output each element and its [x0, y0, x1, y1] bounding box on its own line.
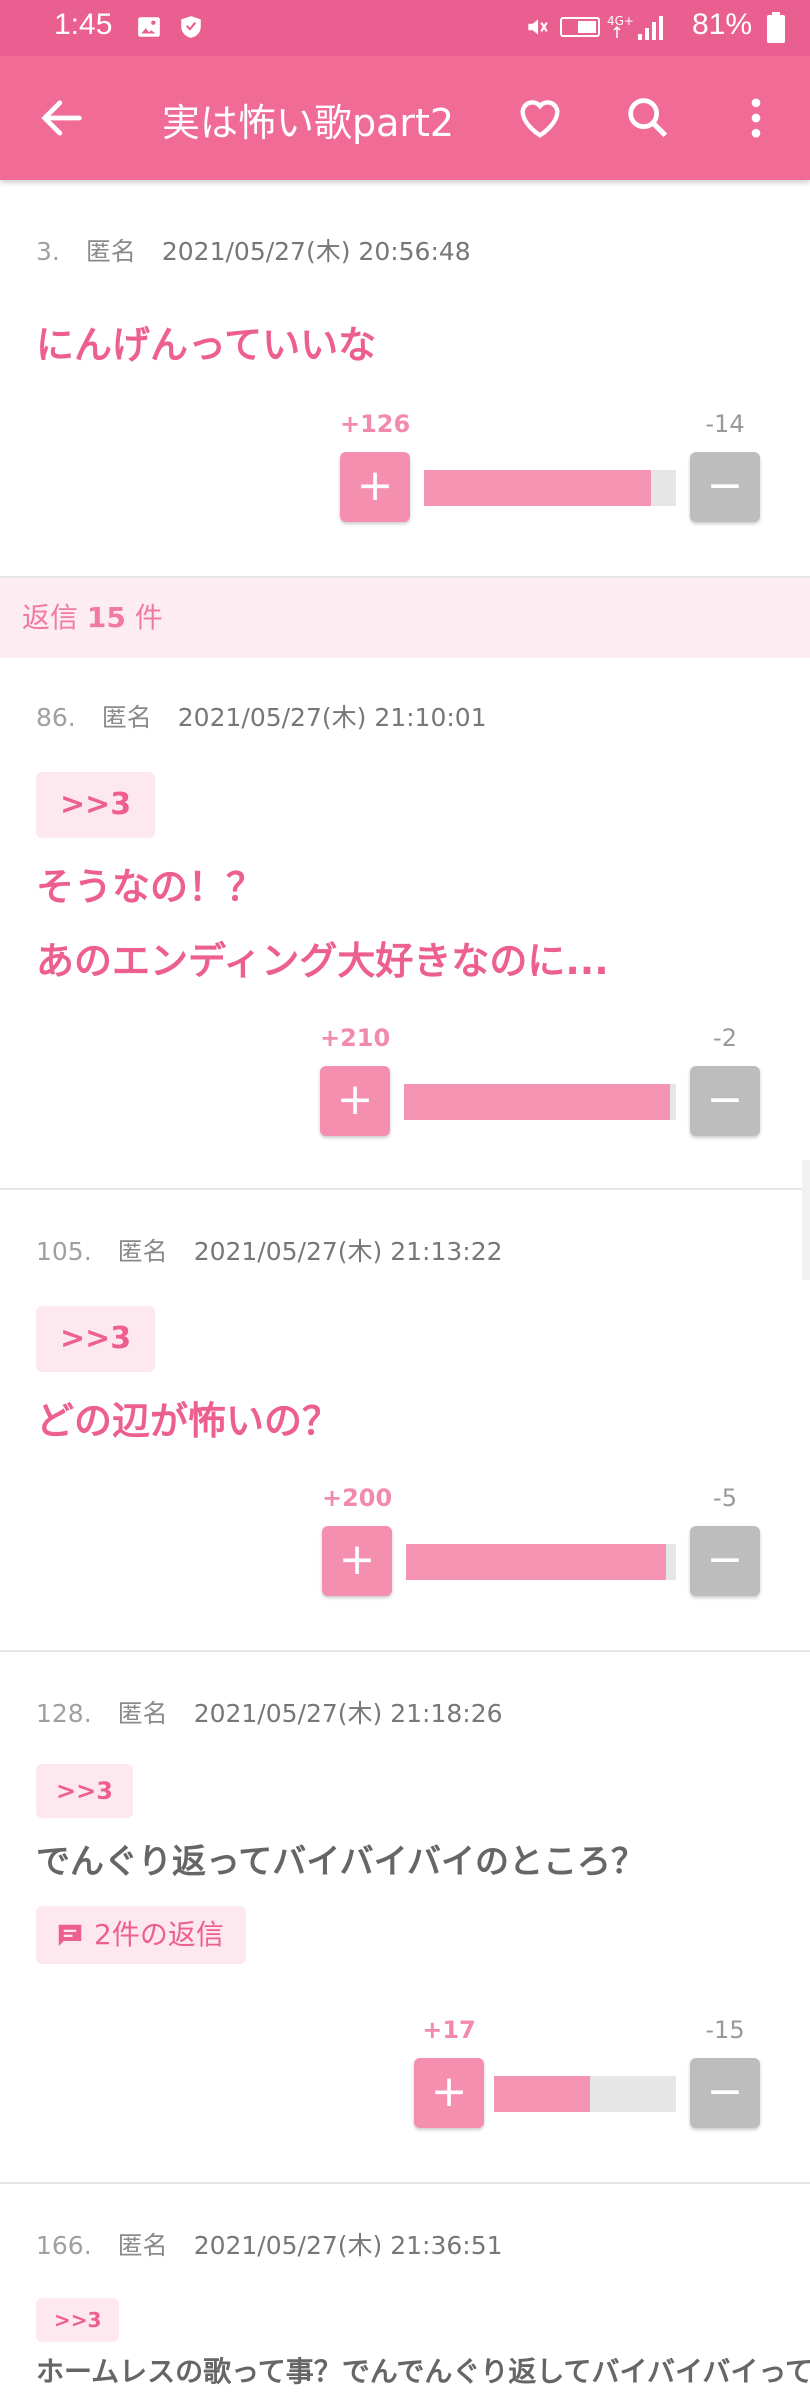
image-icon — [138, 17, 160, 37]
status-bar: 1:45 4G+ 81% — [0, 0, 810, 56]
vote-bar-fill — [424, 470, 651, 506]
reply-post: 128. 匿名 2021/05/27(木) 21:18:26 >>3 でんぐり返って… — [0, 1652, 810, 2184]
plus-count: +17 — [422, 2016, 476, 2044]
post-text: ホームレスの歌って事？でんでんぐり返してバイバイバイって — [36, 2355, 810, 2388]
plus-button[interactable]: + — [340, 452, 410, 522]
plus-icon: + — [336, 1074, 374, 1125]
post-author: 匿名 — [117, 2231, 168, 2260]
reply-count-link[interactable]: 2件の返信 — [36, 1906, 246, 1964]
minus-count: -14 — [705, 410, 745, 438]
post-date: 2021/05/27(木) 21:36:51 — [193, 2231, 503, 2260]
post-author: 匿名 — [117, 1699, 168, 1728]
vote-bar — [494, 2076, 676, 2112]
post-date: 2021/05/27(木) 21:18:26 — [193, 1699, 503, 1728]
reply-count-label: 2件の返信 — [94, 1918, 224, 1951]
plus-button[interactable]: + — [320, 1066, 390, 1136]
post-author: 匿名 — [117, 1237, 168, 1266]
plus-icon: + — [430, 2066, 468, 2117]
battery-percent: 81% — [691, 8, 752, 41]
vote-bar — [404, 1084, 676, 1120]
main-post: 3. 匿名 2021/05/27(木) 20:56:48 にんげんっていいな +12… — [0, 180, 810, 578]
minus-button[interactable]: − — [690, 452, 760, 522]
app-bar: 実は怖い歌part2 — [0, 56, 810, 180]
plus-button[interactable]: + — [322, 1526, 392, 1596]
post-author: 匿名 — [101, 703, 152, 732]
minus-icon: − — [706, 2066, 744, 2117]
minus-count: -5 — [713, 1484, 737, 1512]
anchor-link[interactable]: >>3 — [36, 1306, 156, 1372]
vote-widget: +210 -2 + − — [320, 1024, 760, 1144]
vote-bar-fill — [406, 1544, 666, 1580]
post-number: 128. — [36, 1699, 92, 1728]
post-meta: 86. 匿名 2021/05/27(木) 21:10:01 — [36, 698, 487, 734]
plus-icon: + — [338, 1534, 376, 1585]
replies-label: 返信 — [22, 601, 79, 634]
status-time: 1:45 — [54, 8, 113, 41]
page-title: 実は怖い歌part2 — [162, 101, 455, 145]
volte-icon — [560, 17, 600, 37]
plus-icon: + — [356, 460, 394, 511]
svg-text:4G+: 4G+ — [607, 14, 634, 28]
post-number: 3. — [36, 237, 60, 266]
minus-count: -2 — [713, 1024, 737, 1052]
post-text: にんげんっていいな — [36, 323, 377, 367]
post-date: 2021/05/27(木) 21:13:22 — [193, 1237, 503, 1266]
plus-count: +210 — [320, 1024, 391, 1052]
post-date: 2021/05/27(木) 20:56:48 — [161, 237, 471, 266]
post-text: どの辺が怖いの？ — [36, 1399, 341, 1443]
plus-count: +126 — [340, 410, 411, 438]
plus-button[interactable]: + — [414, 2058, 484, 2128]
scrollbar[interactable] — [802, 1160, 810, 1280]
reply-post: 166. 匿名 2021/05/27(木) 21:36:51 >>3 ホームレスの歌… — [0, 2184, 810, 2398]
vote-widget: +17 -15 + − — [414, 2016, 760, 2136]
post-number: 105. — [36, 1237, 92, 1266]
post-text-line2: あのエンディング大好きなのに... — [36, 939, 609, 983]
search-icon[interactable] — [622, 92, 674, 144]
reply-post: 86. 匿名 2021/05/27(木) 21:10:01 >>3 そうなの！？ あ… — [0, 658, 810, 1190]
battery-icon — [767, 12, 785, 43]
post-number: 166. — [36, 2231, 92, 2260]
minus-count: -15 — [705, 2016, 745, 2044]
minus-button[interactable]: − — [690, 1066, 760, 1136]
4g-icon: 4G+ — [607, 14, 634, 38]
minus-icon: − — [706, 1074, 744, 1125]
reply-post: 105. 匿名 2021/05/27(木) 21:13:22 >>3 どの辺が怖いの… — [0, 1190, 810, 1652]
minus-icon: − — [706, 460, 744, 511]
replies-count-banner: 返信 15 件 — [0, 578, 810, 658]
shield-icon — [181, 16, 201, 38]
minus-button[interactable]: − — [690, 2058, 760, 2128]
post-number: 86. — [36, 703, 76, 732]
post-text-line1: そうなの！？ — [36, 865, 265, 909]
minus-icon: − — [706, 1534, 744, 1585]
mute-icon — [528, 19, 548, 35]
post-text: でんぐり返ってバイバイバイのところ？ — [36, 1842, 645, 1882]
post-meta: 105. 匿名 2021/05/27(木) 21:13:22 — [36, 1232, 503, 1268]
replies-unit: 件 — [134, 601, 163, 634]
anchor-link[interactable]: >>3 — [36, 772, 156, 838]
vote-bar — [424, 470, 676, 506]
vote-widget: +126 -14 + − — [340, 410, 760, 530]
comment-icon — [58, 1924, 82, 1946]
vote-bar-fill — [404, 1084, 670, 1120]
vote-bar-fill — [494, 2076, 590, 2112]
anchor-link[interactable]: >>3 — [36, 2298, 120, 2342]
post-meta: 3. 匿名 2021/05/27(木) 20:56:48 — [36, 232, 471, 268]
more-vert-icon[interactable] — [730, 92, 782, 144]
anchor-link[interactable]: >>3 — [36, 1764, 133, 1818]
heart-icon[interactable] — [514, 92, 566, 144]
post-meta: 128. 匿名 2021/05/27(木) 21:18:26 — [36, 1694, 503, 1730]
minus-button[interactable]: − — [690, 1526, 760, 1596]
post-date: 2021/05/27(木) 21:10:01 — [177, 703, 487, 732]
plus-count: +200 — [322, 1484, 393, 1512]
signal-icon — [638, 16, 663, 40]
post-author: 匿名 — [85, 237, 136, 266]
vote-widget: +200 -5 + − — [322, 1484, 760, 1604]
arrow-back-icon[interactable] — [36, 92, 88, 144]
post-meta: 166. 匿名 2021/05/27(木) 21:36:51 — [36, 2226, 503, 2262]
vote-bar — [406, 1544, 676, 1580]
replies-count: 15 — [86, 601, 126, 634]
